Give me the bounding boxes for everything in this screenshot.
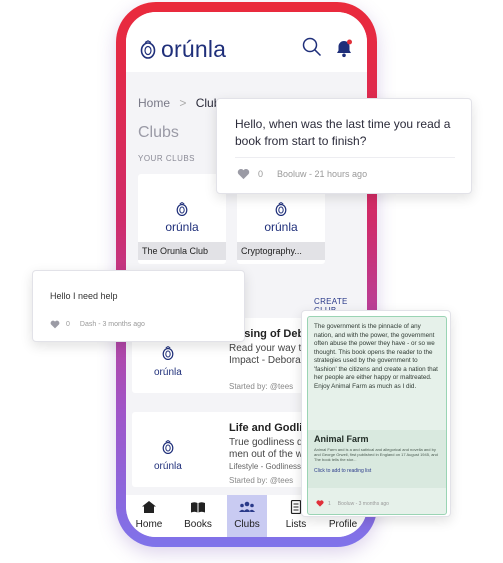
- club-logo: orúnla: [138, 202, 226, 236]
- nav-clubs[interactable]: Clubs: [227, 495, 267, 537]
- club-started-by: Started by: @tees: [229, 382, 294, 391]
- divider: [235, 157, 455, 158]
- app-name: orúnla: [161, 36, 227, 62]
- review-meta: 1 Booluw - 3 months ago: [316, 500, 389, 507]
- club-logo: orúnla: [154, 440, 182, 474]
- club-card[interactable]: orúnla The Orunla Club: [138, 174, 226, 264]
- app-logo[interactable]: orúnla: [140, 36, 226, 63]
- like-count: 0: [66, 321, 70, 328]
- page-title: Clubs: [138, 124, 179, 141]
- home-icon: [142, 501, 156, 513]
- your-clubs-label: YOUR CLUBS: [138, 154, 196, 163]
- author-time: Dash - 3 months ago: [79, 321, 145, 328]
- nav-label: Books: [184, 519, 212, 530]
- clubs-icon: [239, 501, 255, 512]
- discussion-text: Hello, when was the last time you read a…: [235, 117, 451, 148]
- orunla-logo-icon: [275, 202, 287, 216]
- book-title: Animal Farm: [314, 434, 369, 444]
- club-logo: orúnla: [237, 202, 325, 236]
- author-time: Booluw - 3 months ago: [337, 500, 389, 507]
- search-icon[interactable]: [302, 37, 322, 57]
- top-bar: orúnla: [126, 12, 367, 72]
- nav-label: Lists: [285, 519, 307, 530]
- nav-books[interactable]: Books: [178, 495, 218, 537]
- club-name: Cryptography...: [237, 242, 325, 260]
- like-count: 0: [258, 169, 264, 179]
- books-icon: [191, 502, 205, 513]
- review-text: The government is the pinnacle of any na…: [314, 323, 438, 390]
- club-logo-text: orúnla: [264, 220, 298, 234]
- discussion-meta: 0 Booluw - 21 hours ago: [237, 168, 367, 180]
- nav-label: Clubs: [234, 519, 260, 530]
- discussion-text: Hello I need help: [50, 291, 118, 301]
- heart-icon[interactable]: [237, 168, 250, 180]
- breadcrumb: Home > Clubs: [138, 96, 226, 110]
- nav-home[interactable]: Home: [129, 495, 169, 537]
- book-description: Animal Farm and is a and satirical and a…: [314, 447, 438, 462]
- book-review-inner: The government is the pinnacle of any na…: [307, 316, 447, 515]
- notification-bell-icon[interactable]: [334, 38, 354, 58]
- orunla-logo-icon: [162, 346, 174, 360]
- heart-icon[interactable]: [50, 320, 60, 329]
- club-name: The Orunla Club: [138, 242, 226, 260]
- orunla-logo-icon: [176, 202, 188, 216]
- add-to-reading-list-link[interactable]: Click to add to reading list: [314, 468, 371, 474]
- book-info: Animal Farm Animal Farm and is a and sat…: [308, 430, 446, 488]
- club-logo-text: orúnla: [154, 461, 182, 472]
- club-logo-text: orúnla: [165, 220, 199, 234]
- book-review-card[interactable]: The government is the pinnacle of any na…: [301, 310, 451, 517]
- author-time: Booluw - 21 hours ago: [277, 169, 368, 179]
- breadcrumb-separator: >: [179, 96, 187, 110]
- discussion-card[interactable]: Hello, when was the last time you read a…: [216, 98, 472, 194]
- club-logo: orúnla: [154, 346, 182, 380]
- nav-label: Profile: [328, 519, 358, 530]
- heart-icon[interactable]: [316, 500, 324, 507]
- orunla-logo-icon: [162, 440, 174, 454]
- orunla-logo-icon: [140, 40, 156, 59]
- club-started-by: Started by: @tees: [229, 476, 294, 485]
- discussion-card[interactable]: Hello I need help 0 Dash - 3 months ago: [32, 270, 245, 342]
- like-count: 1: [328, 500, 331, 507]
- club-logo-text: orúnla: [154, 367, 182, 378]
- breadcrumb-home[interactable]: Home: [138, 96, 170, 110]
- nav-label: Home: [135, 519, 163, 530]
- discussion-meta: 0 Dash - 3 months ago: [50, 320, 145, 329]
